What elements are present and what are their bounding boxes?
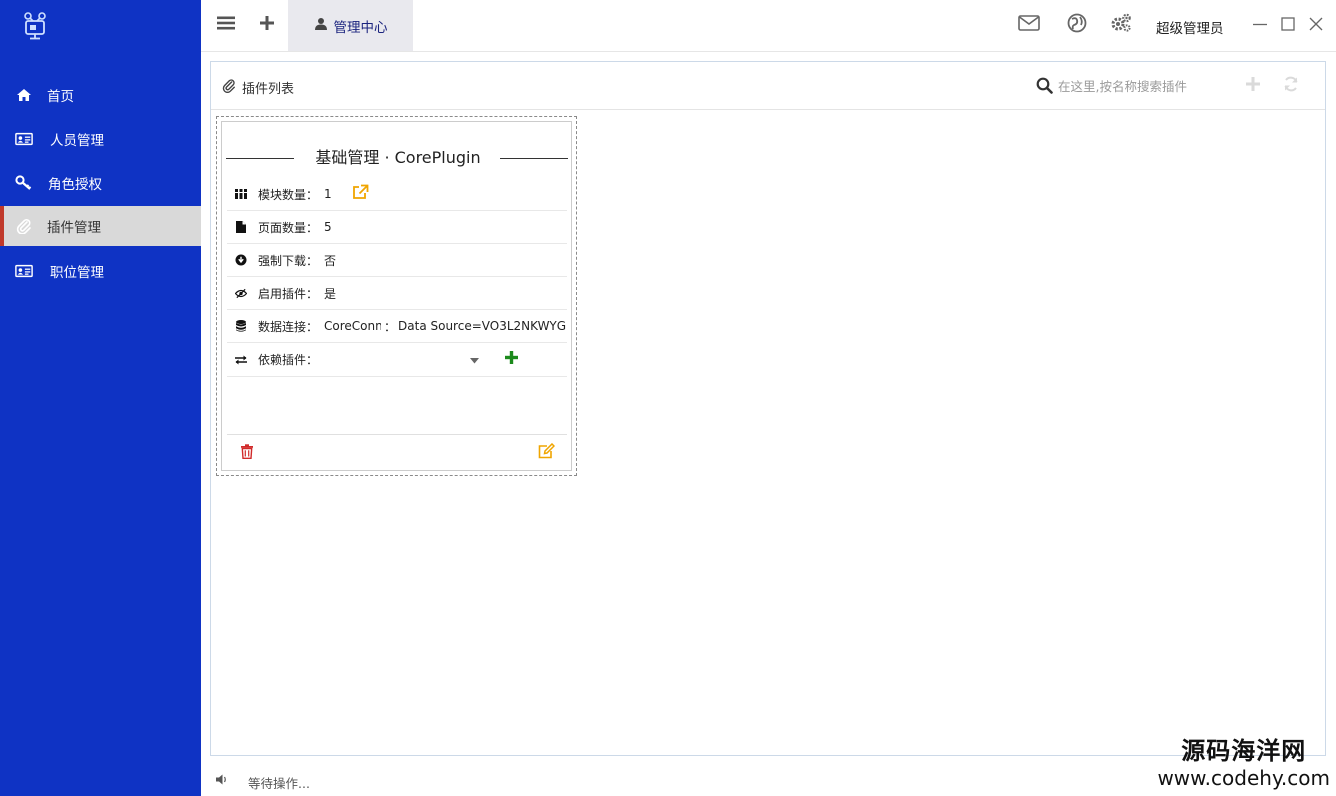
close-icon (1309, 17, 1323, 35)
key-icon (15, 175, 33, 191)
search-icon (1036, 77, 1054, 95)
watermark: 源码海洋网 www.codehy.com (1157, 731, 1330, 790)
plus-icon (1246, 77, 1260, 95)
plugin-card-title: 基础管理 · CorePlugin (315, 148, 481, 167)
watermark-title: 源码海洋网 (1181, 737, 1307, 765)
maximize-button[interactable] (1277, 15, 1299, 37)
refresh-icon (1283, 76, 1299, 96)
paperclip-icon (15, 218, 33, 234)
trash-icon (240, 443, 254, 463)
id-card-icon (15, 131, 33, 147)
sidebar-item-role-auth[interactable]: 角色授权 (0, 163, 201, 203)
page-count-value: 5 (324, 220, 332, 234)
close-button[interactable] (1305, 15, 1327, 37)
app-logo-icon (20, 10, 50, 42)
mail-icon (1018, 15, 1040, 35)
exchange-icon (235, 354, 247, 366)
speaker-icon (216, 774, 229, 789)
panel-title: 插件列表 (242, 82, 295, 97)
watermark-url: www.codehy.com (1157, 766, 1330, 790)
grid-icon (235, 188, 247, 200)
sidebar-item-label: 首页 (47, 89, 74, 105)
hamburger-icon (217, 16, 235, 34)
theme-button[interactable] (1065, 13, 1089, 37)
plugin-list-panel: 插件列表 基础管理 · CorePlugin (210, 61, 1326, 756)
connection-name-value: CoreConn (324, 319, 381, 333)
data-connection-row: 数据连接： CoreConn ： Data Source=VO3L2NKWYG (227, 310, 567, 343)
paperclip-icon (222, 78, 236, 97)
row-label: 模块数量： (258, 187, 319, 202)
top-bar: 管理中心 超级管理员 (201, 0, 1336, 52)
row-label: 数据连接： (258, 319, 319, 334)
sidebar-item-staff[interactable]: 人员管理 (0, 119, 201, 159)
panel-header: 插件列表 (211, 62, 1325, 110)
plugin-card[interactable]: 基础管理 · CorePlugin 模块数量： 1 页面数量： 5 强制下载： … (216, 116, 577, 476)
add-dependency-button[interactable] (505, 351, 518, 368)
force-download-row: 强制下载： 否 (227, 244, 567, 277)
external-link-icon (352, 184, 369, 204)
dependency-row: 依赖插件： (227, 343, 567, 377)
plugin-card-body: 基础管理 · CorePlugin 模块数量： 1 页面数量： 5 强制下载： … (221, 121, 572, 471)
messages-button[interactable] (1017, 14, 1041, 36)
connection-string-value: Data Source=VO3L2NKWYG (398, 319, 567, 333)
globe-icon (1067, 13, 1087, 37)
tab-label: 管理中心 (333, 19, 388, 36)
delete-plugin-button[interactable] (239, 443, 255, 463)
plus-icon (505, 351, 518, 368)
add-tab-button[interactable] (256, 14, 278, 36)
enable-plugin-value: 是 (324, 286, 337, 301)
connection-separator: ： (384, 319, 397, 334)
sidebar-item-label: 职位管理 (50, 265, 104, 281)
minimize-icon (1253, 17, 1267, 35)
status-text: 等待操作... (248, 776, 310, 791)
sidebar-item-home[interactable]: 首页 (0, 75, 201, 115)
row-label: 依赖插件： (258, 353, 319, 367)
user-icon (314, 17, 328, 35)
minimize-button[interactable] (1249, 15, 1271, 37)
sidebar-item-position[interactable]: 职位管理 (0, 251, 201, 291)
file-icon (235, 221, 247, 233)
module-count-value: 1 (324, 187, 332, 201)
title-divider (226, 158, 294, 159)
id-card-icon (15, 263, 33, 279)
plugin-search-input[interactable] (1058, 75, 1228, 97)
settings-button[interactable] (1109, 13, 1133, 37)
current-user-name[interactable]: 超级管理员 (1156, 17, 1224, 37)
page-count-row: 页面数量： 5 (227, 211, 567, 244)
database-icon (235, 320, 247, 332)
card-footer-divider (227, 434, 567, 435)
refresh-button[interactable] (1281, 76, 1301, 96)
plus-icon (259, 15, 275, 35)
row-label: 强制下载： (258, 253, 319, 268)
home-icon (15, 87, 33, 103)
add-plugin-button[interactable] (1243, 76, 1263, 96)
force-download-value: 否 (324, 253, 337, 268)
caret-down-icon (470, 353, 479, 367)
edit-icon (538, 442, 555, 463)
module-count-row: 模块数量： 1 (227, 178, 567, 211)
sidebar-item-plugin-mgmt[interactable]: 插件管理 (0, 206, 201, 246)
eye-slash-icon (235, 287, 247, 299)
open-modules-button[interactable] (352, 184, 369, 204)
app-window: 首页 人员管理 角色授权 插件管理 职位管理 管理中心 超级管理员 插件列表 在… (0, 0, 1336, 796)
enable-plugin-row: 启用插件： 是 (227, 277, 567, 310)
maximize-icon (1281, 17, 1295, 35)
menu-toggle-button[interactable] (215, 14, 237, 36)
gears-icon (1110, 13, 1132, 37)
title-divider (500, 158, 568, 159)
sidebar: 首页 人员管理 角色授权 插件管理 职位管理 (0, 0, 201, 796)
row-label: 启用插件： (258, 286, 319, 301)
sidebar-item-label: 插件管理 (47, 220, 101, 236)
row-label: 页面数量： (258, 220, 319, 235)
sidebar-item-label: 人员管理 (50, 133, 104, 149)
download-circle-icon (235, 254, 247, 266)
tab-admin-center[interactable]: 管理中心 (288, 0, 413, 51)
dependency-select[interactable] (324, 353, 479, 367)
sidebar-item-label: 角色授权 (48, 177, 102, 193)
edit-plugin-button[interactable] (537, 442, 555, 463)
